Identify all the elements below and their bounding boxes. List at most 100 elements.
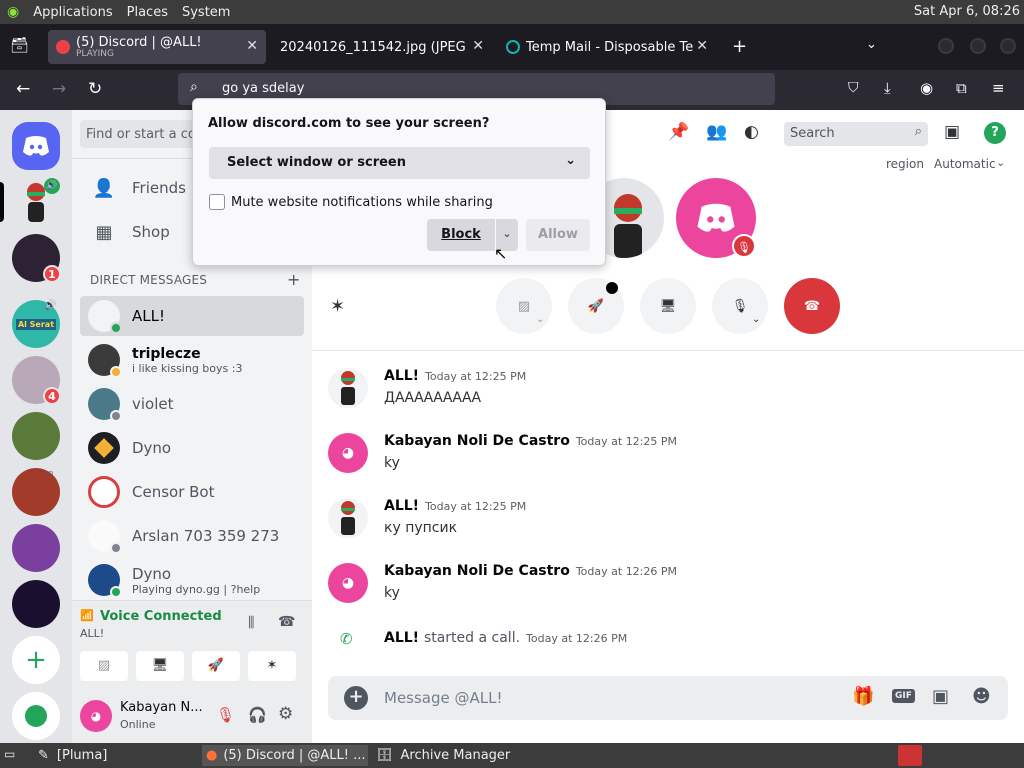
hang-up-button[interactable]: ☎ [784, 278, 840, 334]
chevron-down-icon[interactable]: ⌄ [752, 314, 760, 325]
server-anime[interactable] [12, 524, 60, 572]
message-composer[interactable]: + Message @ALL! 🎁 GIF ▣ ☻ [328, 676, 1008, 720]
settings-gear-icon[interactable]: ⚙ [278, 704, 293, 724]
camera-toggle-button[interactable]: ▨ ⌄ [496, 278, 552, 334]
activity-button[interactable]: 🚀 [568, 278, 624, 334]
mute-notifications-checkbox[interactable] [209, 194, 225, 210]
add-server-button[interactable]: + [12, 636, 60, 684]
message-author[interactable]: ALL! [384, 498, 419, 514]
dm-item-censor-bot[interactable]: Censor Bot [80, 472, 304, 512]
sticker-icon[interactable]: ▣ [932, 686, 949, 707]
help-icon[interactable]: ? [984, 122, 1006, 144]
dm-item-arslan[interactable]: Arslan 703 359 273 [80, 516, 304, 556]
server-purple-dark[interactable] [12, 580, 60, 628]
distro-icon[interactable]: ◉ [0, 4, 26, 20]
dm-item-dyno-2[interactable]: Dyno Playing dyno.gg | ?help [80, 560, 304, 600]
dm-item-all[interactable]: ALL! [80, 296, 304, 336]
server-green-character[interactable] [12, 412, 60, 460]
user-status: Online [120, 718, 156, 731]
tray-firefox-icon[interactable] [898, 745, 922, 766]
gif-button[interactable]: GIF [892, 689, 915, 703]
home-button[interactable] [12, 122, 60, 170]
emoji-icon[interactable]: ☻ [972, 686, 991, 707]
voice-panel: 📶 Voice Connected ALL! ⫼ ☎ ▨ 🖥 🚀 ✶ [72, 600, 312, 690]
activity-button[interactable]: 🚀 [192, 651, 240, 681]
task-pluma[interactable]: ✎ [Pluma] [34, 745, 194, 766]
block-label: Block [441, 227, 481, 242]
create-dm-icon[interactable]: + [287, 270, 300, 289]
message-author[interactable]: Kabayan Noli De Castro [384, 433, 570, 449]
message-author[interactable]: Kabayan Noli De Castro [384, 563, 570, 579]
call-event-author[interactable]: ALL! [384, 630, 419, 646]
menu-applications[interactable]: Applications [26, 5, 119, 20]
dm-search-placeholder: Find or start a co [86, 127, 196, 142]
add-attachment-icon[interactable]: + [344, 686, 368, 710]
discover-button[interactable] [12, 692, 60, 740]
menu-places[interactable]: Places [120, 5, 175, 20]
tab-discord[interactable]: (5) Discord | @ALL! PLAYING ✕ [48, 30, 266, 64]
pinned-icon[interactable]: 📌 [668, 122, 689, 142]
soundboard-icon[interactable]: ✶ [330, 296, 345, 317]
window-close-icon[interactable] [1000, 38, 1016, 54]
avatar[interactable] [328, 368, 368, 408]
task-discord[interactable]: ● (5) Discord | @ALL! ... [202, 745, 368, 766]
extensions-icon[interactable]: ⧉ [956, 79, 967, 97]
avatar[interactable]: ◕ [328, 433, 368, 473]
tab-tempmail[interactable]: Temp Mail - Disposable Tem ✕ [498, 30, 716, 64]
window-minimize-icon[interactable] [938, 38, 954, 54]
menu-icon[interactable]: ≡ [992, 79, 1005, 97]
allow-label: Allow [538, 227, 578, 242]
avatar[interactable]: ◕ [328, 563, 368, 603]
close-tab-icon[interactable]: ✕ [246, 38, 258, 54]
allow-button[interactable]: Allow [526, 219, 590, 251]
new-tab-icon[interactable]: + [732, 36, 747, 57]
gift-icon[interactable]: 🎁 [852, 686, 874, 707]
dm-item-dyno[interactable]: Dyno [80, 428, 304, 468]
select-window-dropdown[interactable]: Select window or screen ⌄ [209, 147, 590, 179]
task-archive-manager[interactable]: 🗄 Archive Manager [372, 745, 572, 766]
dm-item-triplecze[interactable]: triplecze i like kissing boys :3 [80, 340, 304, 380]
user-name[interactable]: Kabayan N... [120, 700, 203, 715]
share-screen-button[interactable]: 🖥 [136, 651, 184, 681]
region-select[interactable]: Automatic [934, 157, 996, 171]
chevron-down-icon[interactable]: ⌄ [536, 314, 544, 325]
tab-jpeg[interactable]: 20240126_111542.jpg (JPEG Ima ✕ [272, 30, 492, 64]
share-screen-button[interactable]: 🖥 [640, 278, 696, 334]
headphones-icon[interactable]: 🎧 [248, 706, 267, 724]
call-event-timestamp: Today at 12:26 PM [526, 632, 628, 645]
video-button[interactable]: ▨ [80, 651, 128, 681]
clock[interactable]: Sat Apr 6, 08:26 [914, 4, 1020, 19]
voice-channel[interactable]: ALL! [80, 627, 104, 640]
tab-overview-icon[interactable]: 🗃 [10, 36, 29, 54]
reload-icon[interactable]: ↻ [88, 79, 102, 99]
message-author[interactable]: ALL! [384, 368, 419, 384]
window-maximize-icon[interactable] [970, 38, 986, 54]
dm-item-violet[interactable]: violet [80, 384, 304, 424]
show-desktop-icon[interactable]: ▭ [4, 747, 15, 761]
menu-system[interactable]: System [175, 5, 237, 20]
offline-status-icon [110, 410, 122, 422]
tab-list-icon[interactable]: ⌄ [866, 37, 877, 52]
disconnect-icon[interactable]: ☎ [278, 614, 295, 630]
downloads-icon[interactable]: ⤓ [884, 79, 891, 97]
user-profile-icon[interactable]: ◐ [744, 122, 759, 142]
mute-mic-icon[interactable]: 🎙 [216, 706, 235, 724]
close-tab-icon[interactable]: ✕ [472, 38, 484, 54]
add-friend-icon[interactable]: 👥 [706, 122, 727, 142]
block-button[interactable]: Block [427, 219, 495, 251]
forward-icon[interactable]: → [52, 79, 66, 99]
search-box[interactable]: Search ⌕ [784, 122, 928, 146]
user-avatar[interactable]: ◕ [80, 700, 112, 732]
voice-status[interactable]: Voice Connected [100, 609, 222, 624]
soundboard-button[interactable]: ✶ [248, 651, 296, 681]
pocket-icon[interactable]: ⛉ [848, 80, 859, 96]
account-icon[interactable]: ◉ [920, 79, 933, 97]
dm-name: Arslan 703 359 273 [132, 527, 280, 545]
mute-notifications-label[interactable]: Mute website notifications while sharing [231, 195, 493, 210]
noise-suppression-icon[interactable]: ⫼ [248, 615, 254, 631]
inbox-icon[interactable]: ▣ [944, 122, 960, 142]
close-tab-icon[interactable]: ✕ [696, 38, 708, 54]
mic-toggle-button[interactable]: 🎙 ⌄ [712, 278, 768, 334]
back-icon[interactable]: ← [16, 79, 30, 99]
avatar[interactable] [328, 498, 368, 538]
